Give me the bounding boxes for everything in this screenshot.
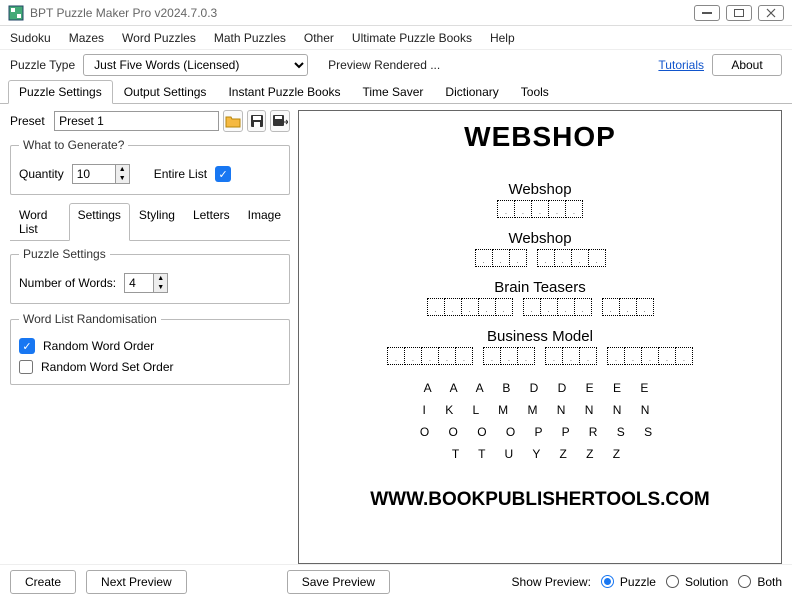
save-icon: [250, 114, 264, 128]
radio-solution[interactable]: [666, 575, 679, 588]
close-button[interactable]: [758, 5, 784, 21]
radio-puzzle-label: Puzzle: [620, 575, 656, 589]
preview-letter-boxes: ....: [537, 249, 606, 267]
create-button[interactable]: Create: [10, 570, 76, 594]
num-words-down[interactable]: ▼: [154, 283, 167, 292]
about-button[interactable]: About: [712, 54, 782, 76]
save-as-icon: [272, 114, 288, 128]
preset-label: Preset: [10, 114, 50, 128]
random-set-order-label: Random Word Set Order: [41, 360, 174, 374]
window-title: BPT Puzzle Maker Pro v2024.7.0.3: [30, 6, 694, 20]
tutorials-link[interactable]: Tutorials: [658, 58, 704, 72]
preview-letter-boxes: ...: [545, 347, 597, 365]
num-words-label: Number of Words:: [19, 276, 116, 290]
preview-letter-boxes: ...: [475, 249, 527, 267]
preview-letter-boxes: .....: [427, 298, 513, 316]
menu-math-puzzles[interactable]: Math Puzzles: [214, 31, 286, 45]
next-preview-button[interactable]: Next Preview: [86, 570, 187, 594]
puzzle-type-label: Puzzle Type: [10, 58, 75, 72]
preview-letter-boxes: .....: [387, 347, 473, 365]
maximize-button[interactable]: [726, 5, 752, 21]
menu-bar: Sudoku Mazes Word Puzzles Math Puzzles O…: [0, 26, 792, 50]
tab-puzzle-settings[interactable]: Puzzle Settings: [8, 80, 113, 104]
subtab-wordlist[interactable]: Word List: [10, 203, 69, 240]
quantity-down[interactable]: ▼: [116, 174, 129, 183]
preview-url: WWW.BOOKPUBLISHERTOOLS.COM: [303, 489, 777, 511]
menu-word-puzzles[interactable]: Word Puzzles: [122, 31, 196, 45]
quantity-up[interactable]: ▲: [116, 165, 129, 174]
preview-pane: WEBSHOP Webshop.....Webshop.......Brain …: [298, 110, 782, 564]
main-tabs: Puzzle Settings Output Settings Instant …: [0, 80, 792, 104]
radio-solution-label: Solution: [685, 575, 728, 589]
quantity-input[interactable]: [73, 165, 115, 183]
puzzle-type-toolbar: Puzzle Type Just Five Words (Licensed) P…: [0, 50, 792, 80]
puzzle-settings-group: Puzzle Settings Number of Words: ▲▼: [10, 247, 290, 304]
randomisation-legend: Word List Randomisation: [19, 312, 161, 326]
preview-rendered-label: Preview Rendered ...: [328, 58, 440, 72]
radio-puzzle[interactable]: [601, 575, 614, 588]
preview-title: WEBSHOP: [303, 121, 777, 153]
subtab-settings[interactable]: Settings: [69, 203, 130, 241]
entire-list-label: Entire List: [154, 167, 207, 181]
preview-letter-boxes: ...: [602, 298, 654, 316]
open-preset-button[interactable]: [223, 110, 243, 132]
menu-other[interactable]: Other: [304, 31, 334, 45]
menu-sudoku[interactable]: Sudoku: [10, 31, 51, 45]
footer-bar: Create Next Preview Save Preview Show Pr…: [0, 564, 792, 598]
show-preview-label: Show Preview:: [512, 575, 591, 589]
preview-letter-bank: A A A B D D E E EI K L M M N N N NO O O …: [303, 377, 777, 465]
random-word-order-label: Random Word Order: [43, 339, 154, 353]
num-words-input[interactable]: [125, 274, 153, 292]
puzzle-type-select[interactable]: Just Five Words (Licensed): [83, 54, 308, 76]
subtab-image[interactable]: Image: [239, 203, 290, 240]
num-words-stepper[interactable]: ▲▼: [124, 273, 168, 293]
preview-word-label: Webshop: [303, 181, 777, 198]
preview-word-group: Business Model................: [303, 328, 777, 365]
preset-input[interactable]: [54, 111, 219, 131]
folder-open-icon: [225, 114, 241, 128]
menu-help[interactable]: Help: [490, 31, 515, 45]
preview-word-group: Webshop.......: [303, 230, 777, 267]
generate-legend: What to Generate?: [19, 138, 128, 152]
subtab-letters[interactable]: Letters: [184, 203, 239, 240]
tab-dictionary[interactable]: Dictionary: [434, 80, 509, 103]
save-as-preset-button[interactable]: [270, 110, 290, 132]
subtab-styling[interactable]: Styling: [130, 203, 184, 240]
random-set-order-checkbox[interactable]: [19, 360, 33, 374]
tab-tools[interactable]: Tools: [510, 80, 560, 103]
puzzle-settings-legend: Puzzle Settings: [19, 247, 110, 261]
tab-instant-books[interactable]: Instant Puzzle Books: [217, 80, 351, 103]
minimize-button[interactable]: [694, 5, 720, 21]
preview-letter-boxes: ....: [523, 298, 592, 316]
preview-letter-boxes: .....: [607, 347, 693, 365]
randomisation-group: Word List Randomisation ✓ Random Word Or…: [10, 312, 290, 385]
save-preset-button[interactable]: [247, 110, 267, 132]
preview-word-label: Brain Teasers: [303, 279, 777, 296]
menu-ultimate[interactable]: Ultimate Puzzle Books: [352, 31, 472, 45]
preview-letter-boxes: ...: [483, 347, 535, 365]
radio-both[interactable]: [738, 575, 751, 588]
app-icon: [8, 5, 24, 21]
sub-tabs: Word List Settings Styling Letters Image: [10, 203, 290, 241]
preview-word-group: Webshop.....: [303, 181, 777, 218]
what-to-generate-group: What to Generate? Quantity ▲▼ Entire Lis…: [10, 138, 290, 195]
preview-word-label: Business Model: [303, 328, 777, 345]
random-word-order-checkbox[interactable]: ✓: [19, 338, 35, 354]
quantity-stepper[interactable]: ▲▼: [72, 164, 130, 184]
preview-letter-boxes: .....: [497, 200, 583, 218]
preview-word-label: Webshop: [303, 230, 777, 247]
quantity-label: Quantity: [19, 167, 64, 181]
num-words-up[interactable]: ▲: [154, 274, 167, 283]
title-bar: BPT Puzzle Maker Pro v2024.7.0.3: [0, 0, 792, 26]
tab-output-settings[interactable]: Output Settings: [113, 80, 218, 103]
menu-mazes[interactable]: Mazes: [69, 31, 104, 45]
save-preview-button[interactable]: Save Preview: [287, 570, 390, 594]
tab-time-saver[interactable]: Time Saver: [352, 80, 435, 103]
preview-word-group: Brain Teasers............: [303, 279, 777, 316]
radio-both-label: Both: [757, 575, 782, 589]
entire-list-checkbox[interactable]: ✓: [215, 166, 231, 182]
